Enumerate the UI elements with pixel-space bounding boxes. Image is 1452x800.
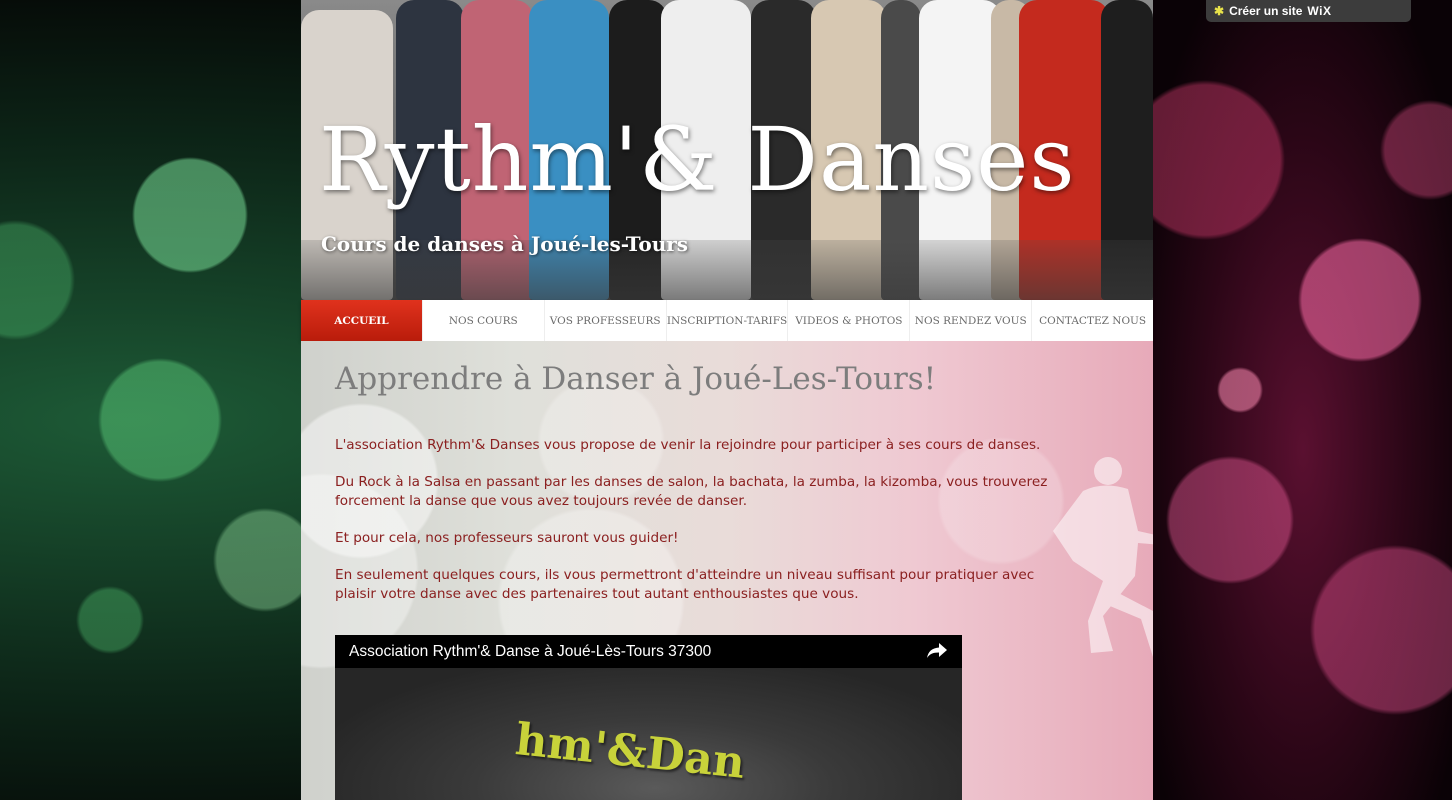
nav-item-nos-cours[interactable]: NOS COURS xyxy=(423,300,545,341)
video-logo-text: hm'&Dan xyxy=(512,714,748,789)
header-banner: Rythm'& Danses Cours de danses à Joué-le… xyxy=(301,0,1153,300)
teachers-paragraph: Et pour cela, nos professeurs sauront vo… xyxy=(335,530,679,546)
main-navigation: ACCUEIL NOS COURS VOS PROFESSEURS INSCRI… xyxy=(301,300,1153,341)
video-player[interactable]: Association Rythm'& Danse à Joué-Lès-Tou… xyxy=(335,635,962,800)
wix-star-icon: ✱ xyxy=(1214,4,1225,18)
wix-promo-banner[interactable]: ✱ Créer un site WiX xyxy=(1206,0,1411,22)
dances-paragraph: Du Rock à la Salsa en passant par les da… xyxy=(335,474,1048,509)
wix-banner-label: Créer un site xyxy=(1229,4,1303,18)
nav-item-vos-professeurs[interactable]: VOS PROFESSEURS xyxy=(545,300,667,341)
intro-paragraph: L'association Rythm'& Danses vous propos… xyxy=(335,437,1041,453)
level-paragraph: En seulement quelques cours, ils vous pe… xyxy=(335,567,1035,602)
video-thumbnail[interactable]: hm'&Dan xyxy=(335,668,962,800)
page-container: Rythm'& Danses Cours de danses à Joué-le… xyxy=(301,0,1153,800)
nav-item-inscription-tarifs[interactable]: INSCRIPTION-TARIFS xyxy=(667,300,789,341)
nav-item-contactez-nous[interactable]: CONTACTEZ NOUS xyxy=(1032,300,1153,341)
background-pink-bokeh xyxy=(1153,0,1452,800)
site-subtitle: Cours de danses à Joué-les-Tours xyxy=(321,232,689,256)
nav-item-videos-photos[interactable]: VIDEOS & PHOTOS xyxy=(788,300,911,341)
nav-item-accueil[interactable]: ACCUEIL xyxy=(301,300,423,341)
video-title-bar: Association Rythm'& Danse à Joué-Lès-Tou… xyxy=(335,635,962,668)
nav-item-nos-rendez-vous[interactable]: NOS RENDEZ VOUS xyxy=(910,300,1033,341)
dancers-silhouette xyxy=(1053,457,1153,657)
content-title: Apprendre à Danser à Joué-Les-Tours! xyxy=(335,361,937,397)
wix-brand-logo: WiX xyxy=(1307,4,1332,18)
video-title[interactable]: Association Rythm'& Danse à Joué-Lès-Tou… xyxy=(349,643,711,661)
share-arrow-icon[interactable] xyxy=(926,641,948,663)
site-title: Rythm'& Danses xyxy=(319,108,1076,211)
main-content: Apprendre à Danser à Joué-Les-Tours! L'a… xyxy=(301,341,1153,800)
